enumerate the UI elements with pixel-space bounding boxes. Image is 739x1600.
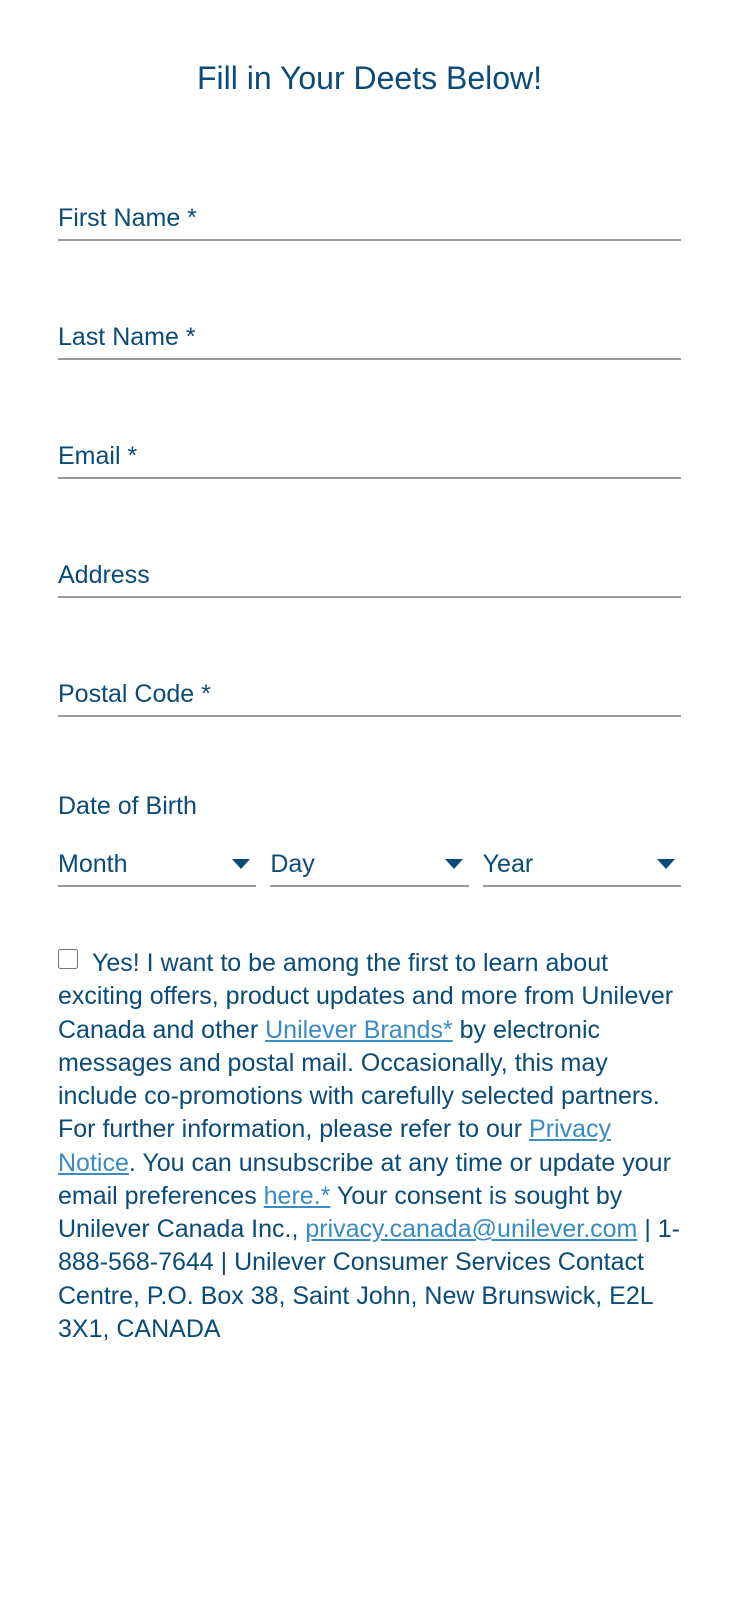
- day-select[interactable]: Day: [270, 843, 468, 887]
- month-select[interactable]: Month: [58, 843, 256, 887]
- year-select-text: Year: [483, 850, 534, 879]
- preferences-here-link[interactable]: here.*: [264, 1182, 331, 1210]
- dob-label: Date of Birth: [58, 792, 681, 821]
- form-title: Fill in Your Deets Below!: [58, 60, 681, 97]
- unilever-brands-link[interactable]: Unilever Brands*: [265, 1016, 453, 1044]
- chevron-down-icon: [657, 859, 675, 869]
- last-name-input[interactable]: [58, 316, 681, 358]
- last-name-field-wrap: Last Name *: [58, 316, 681, 360]
- postal-code-field-wrap: Postal Code *: [58, 673, 681, 717]
- postal-code-input[interactable]: [58, 673, 681, 715]
- first-name-input[interactable]: [58, 197, 681, 239]
- day-select-text: Day: [270, 850, 314, 879]
- consent-checkbox[interactable]: [58, 949, 78, 969]
- privacy-email-link[interactable]: privacy.canada@unilever.com: [305, 1215, 637, 1243]
- month-select-text: Month: [58, 850, 127, 879]
- dob-section: Date of Birth Month Day Year: [58, 792, 681, 887]
- address-field-wrap: Address: [58, 554, 681, 598]
- year-select[interactable]: Year: [483, 843, 681, 887]
- dob-row: Month Day Year: [58, 843, 681, 887]
- first-name-field-wrap: First Name *: [58, 197, 681, 241]
- email-input[interactable]: [58, 435, 681, 477]
- email-field-wrap: Email *: [58, 435, 681, 479]
- consent-paragraph: Yes! I want to be among the first to lea…: [58, 947, 681, 1346]
- chevron-down-icon: [232, 859, 250, 869]
- chevron-down-icon: [445, 859, 463, 869]
- address-input[interactable]: [58, 554, 681, 596]
